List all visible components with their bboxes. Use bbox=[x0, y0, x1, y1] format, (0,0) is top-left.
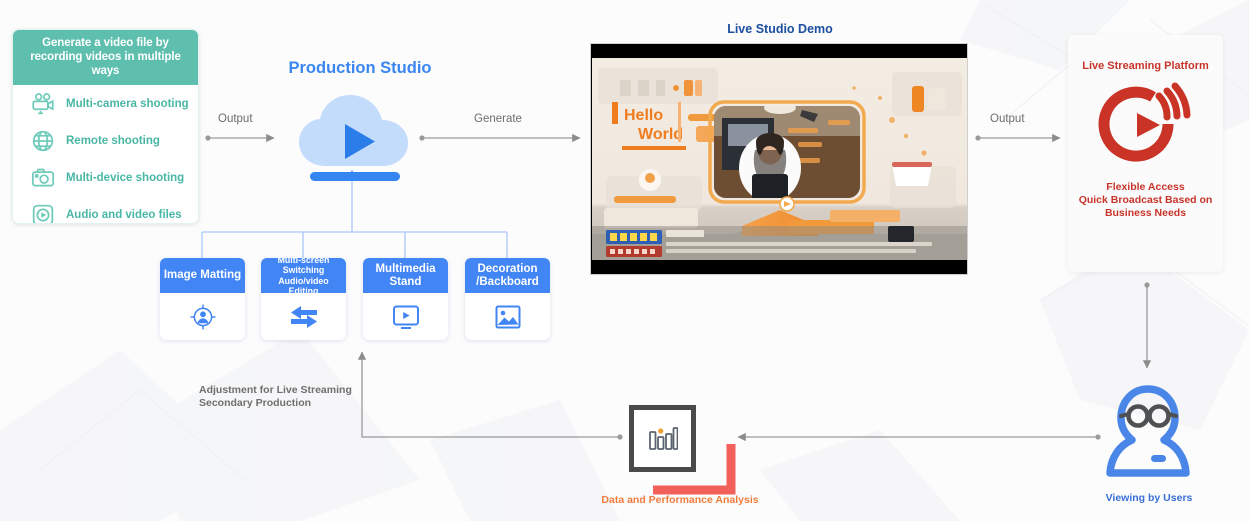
list-item[interactable]: Multi-camera shooting bbox=[13, 85, 198, 122]
list-item-label: Multi-device shooting bbox=[66, 171, 185, 184]
feature-card-title: Image Matting bbox=[160, 258, 245, 293]
feature-card-decoration-backboard[interactable]: Decoration /Backboard bbox=[465, 258, 550, 340]
list-item-label: Remote shooting bbox=[66, 134, 160, 147]
adjustment-label: Adjustment for Live Streaming Secondary … bbox=[199, 384, 399, 410]
broadcast-play-icon bbox=[1091, 80, 1201, 175]
bar-chart-icon bbox=[649, 427, 678, 450]
arrow-output-right bbox=[975, 133, 1061, 143]
arrow-viewer-to-analysis bbox=[737, 432, 1101, 442]
platform-subtitle: Flexible Access Quick Broadcast Based on… bbox=[1068, 181, 1223, 220]
arrow-output-left bbox=[205, 133, 275, 143]
list-item[interactable]: Multi-device shooting bbox=[13, 159, 198, 196]
recording-card-header: Generate a video file by recording video… bbox=[13, 30, 198, 85]
list-item-label: Audio and video files bbox=[66, 208, 182, 221]
live-studio-demo-title: Live Studio Demo bbox=[727, 22, 833, 36]
adjustment-line-1: Adjustment for Live Streaming bbox=[199, 384, 352, 396]
live-studio-demo-video[interactable]: Hello World bbox=[590, 43, 968, 275]
feature-tree-connector bbox=[201, 180, 508, 258]
data-analysis-node[interactable] bbox=[629, 405, 736, 495]
video-frame-content: Hello World bbox=[592, 58, 967, 260]
svg-text:Hello: Hello bbox=[624, 107, 663, 124]
multi-camera-icon bbox=[30, 91, 56, 117]
diagram-canvas: Output Generate Output Generate a video … bbox=[0, 0, 1249, 521]
cloud-play-icon bbox=[293, 88, 423, 183]
platform-title: Live Streaming Platform bbox=[1082, 60, 1209, 72]
person-target-icon bbox=[160, 293, 245, 340]
image-picture-icon bbox=[465, 293, 550, 340]
arrow-analysis-to-features bbox=[357, 351, 623, 440]
list-item-label: Multi-camera shooting bbox=[66, 97, 189, 110]
list-item[interactable]: Remote shooting bbox=[13, 122, 198, 159]
adjustment-line-2: Secondary Production bbox=[199, 397, 312, 409]
viewer-label: Viewing by Users bbox=[1105, 492, 1193, 504]
analysis-label: Data and Performance Analysis bbox=[601, 494, 759, 506]
switch-arrows-icon bbox=[261, 293, 346, 340]
arrow-platform-to-viewer bbox=[1142, 282, 1152, 369]
feature-card-image-matting[interactable]: Image Matting bbox=[160, 258, 245, 340]
feature-card-multi-screen-switching[interactable]: Multi-screen Switching Audio/video Editi… bbox=[261, 258, 346, 340]
feature-card-multimedia-stand[interactable]: Multimedia Stand bbox=[363, 258, 448, 340]
camera-device-icon bbox=[30, 165, 56, 191]
feature-card-title: Multimedia Stand bbox=[363, 258, 448, 293]
arrow-generate bbox=[419, 133, 581, 143]
globe-remote-icon bbox=[30, 128, 56, 154]
user-glasses-icon bbox=[1106, 385, 1190, 481]
list-item[interactable]: Audio and video files bbox=[13, 196, 198, 223]
platform-subtitle-line: Business Needs bbox=[1104, 207, 1187, 219]
production-studio-title: Production Studio bbox=[288, 59, 432, 77]
platform-subtitle-line: Quick Broadcast Based on bbox=[1078, 194, 1213, 206]
recording-methods-card: Generate a video file by recording video… bbox=[12, 29, 199, 224]
play-frame-icon bbox=[363, 293, 448, 340]
platform-subtitle-line: Flexible Access bbox=[1106, 181, 1185, 193]
svg-text:World: World bbox=[638, 126, 683, 143]
live-streaming-platform-card: Live Streaming Platform Flexible Access … bbox=[1068, 35, 1223, 272]
feature-card-title: Decoration /Backboard bbox=[465, 258, 550, 293]
feature-card-title: Multi-screen Switching Audio/video Editi… bbox=[261, 258, 346, 296]
media-file-icon bbox=[30, 202, 56, 223]
